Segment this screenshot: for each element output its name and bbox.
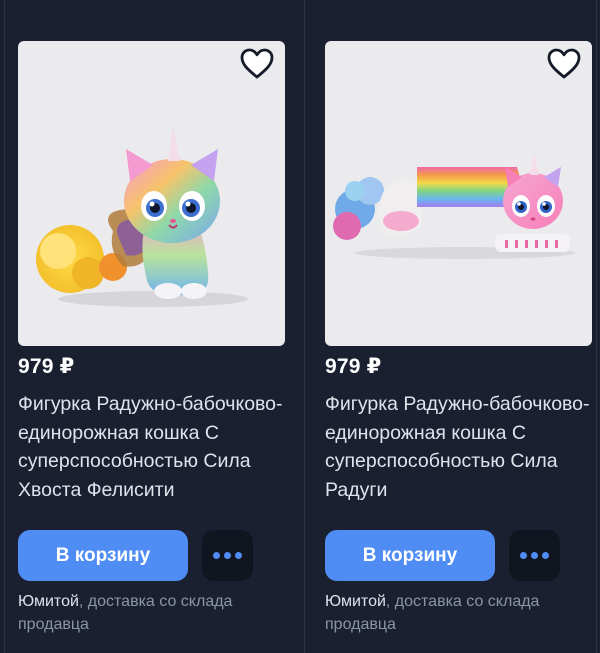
favorite-button[interactable] [239, 47, 279, 87]
product-card[interactable]: 979 ₽ Фигурка Радужно-бабочково-единорож… [18, 0, 285, 653]
dot [542, 552, 549, 559]
seller-name[interactable]: Юмитой [18, 593, 79, 610]
three-dots-icon [520, 552, 527, 559]
favorite-button[interactable] [546, 47, 586, 87]
dot [235, 552, 242, 559]
product-card[interactable]: 979 ₽ Фигурка Радужно-бабочково-единорож… [325, 0, 592, 653]
more-options-button[interactable] [509, 530, 560, 581]
add-to-cart-button[interactable]: В корзину [325, 530, 495, 581]
dot [531, 552, 538, 559]
more-options-button[interactable] [202, 530, 253, 581]
product-price: 979 ₽ [325, 355, 382, 378]
product-title[interactable]: Фигурка Радужно-бабочково-единорожная ко… [325, 390, 593, 504]
product-image[interactable] [18, 41, 285, 346]
left-divider [4, 0, 5, 653]
add-to-cart-button[interactable]: В корзину [18, 530, 188, 581]
product-title[interactable]: Фигурка Радужно-бабочково-единорожная ко… [18, 390, 286, 504]
center-divider [304, 0, 305, 653]
seller-info: Юмитой, доставка со склада продавца [18, 590, 286, 636]
seller-name[interactable]: Юмитой [325, 593, 386, 610]
dot [224, 552, 231, 559]
heart-outline-icon [547, 48, 581, 79]
seller-info: Юмитой, доставка со склада продавца [325, 590, 593, 636]
right-divider [596, 0, 597, 653]
product-image[interactable] [325, 41, 592, 346]
heart-outline-icon [240, 48, 274, 79]
product-price: 979 ₽ [18, 355, 75, 378]
three-dots-icon [213, 552, 220, 559]
